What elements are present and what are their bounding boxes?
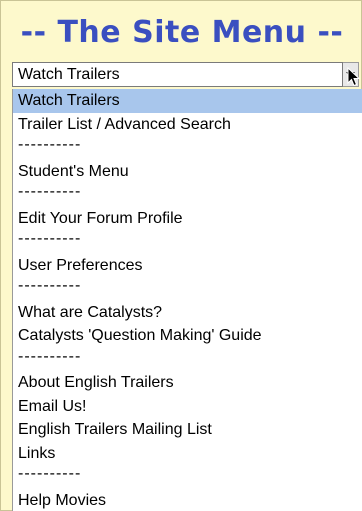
menu-option-about-english-trailers[interactable]: About English Trailers <box>13 371 362 395</box>
cursor-arrow-icon <box>347 67 361 87</box>
site-menu-panel: -- The Site Menu -- Watch Trailers Watch… <box>0 0 362 511</box>
menu-option-divider[interactable]: ---------- <box>13 277 362 301</box>
menu-option-links[interactable]: Links <box>13 442 362 466</box>
menu-option-catalysts-guide[interactable]: Catalysts 'Question Making' Guide <box>13 324 362 348</box>
menu-option-user-preferences[interactable]: User Preferences <box>13 254 362 278</box>
menu-option-help-movies[interactable]: Help Movies <box>13 489 362 511</box>
menu-option-what-are-catalysts[interactable]: What are Catalysts? <box>13 301 362 325</box>
menu-option-students-menu[interactable]: Student's Menu <box>13 160 362 184</box>
menu-option-divider[interactable]: ---------- <box>13 136 362 160</box>
menu-option-email-us[interactable]: Email Us! <box>13 395 362 419</box>
site-menu-options-list[interactable]: Watch Trailers Trailer List / Advanced S… <box>12 89 362 511</box>
site-menu-select[interactable]: Watch Trailers <box>12 62 343 87</box>
menu-option-divider[interactable]: ---------- <box>13 465 362 489</box>
menu-option-divider[interactable]: ---------- <box>13 230 362 254</box>
menu-option-edit-forum-profile[interactable]: Edit Your Forum Profile <box>13 207 362 231</box>
menu-option-divider[interactable]: ---------- <box>13 348 362 372</box>
menu-option-watch-trailers[interactable]: Watch Trailers <box>13 89 362 113</box>
menu-option-mailing-list[interactable]: English Trailers Mailing List <box>13 418 362 442</box>
menu-option-trailer-list[interactable]: Trailer List / Advanced Search <box>13 113 362 137</box>
menu-option-divider[interactable]: ---------- <box>13 183 362 207</box>
site-menu-title: -- The Site Menu -- <box>20 15 344 50</box>
